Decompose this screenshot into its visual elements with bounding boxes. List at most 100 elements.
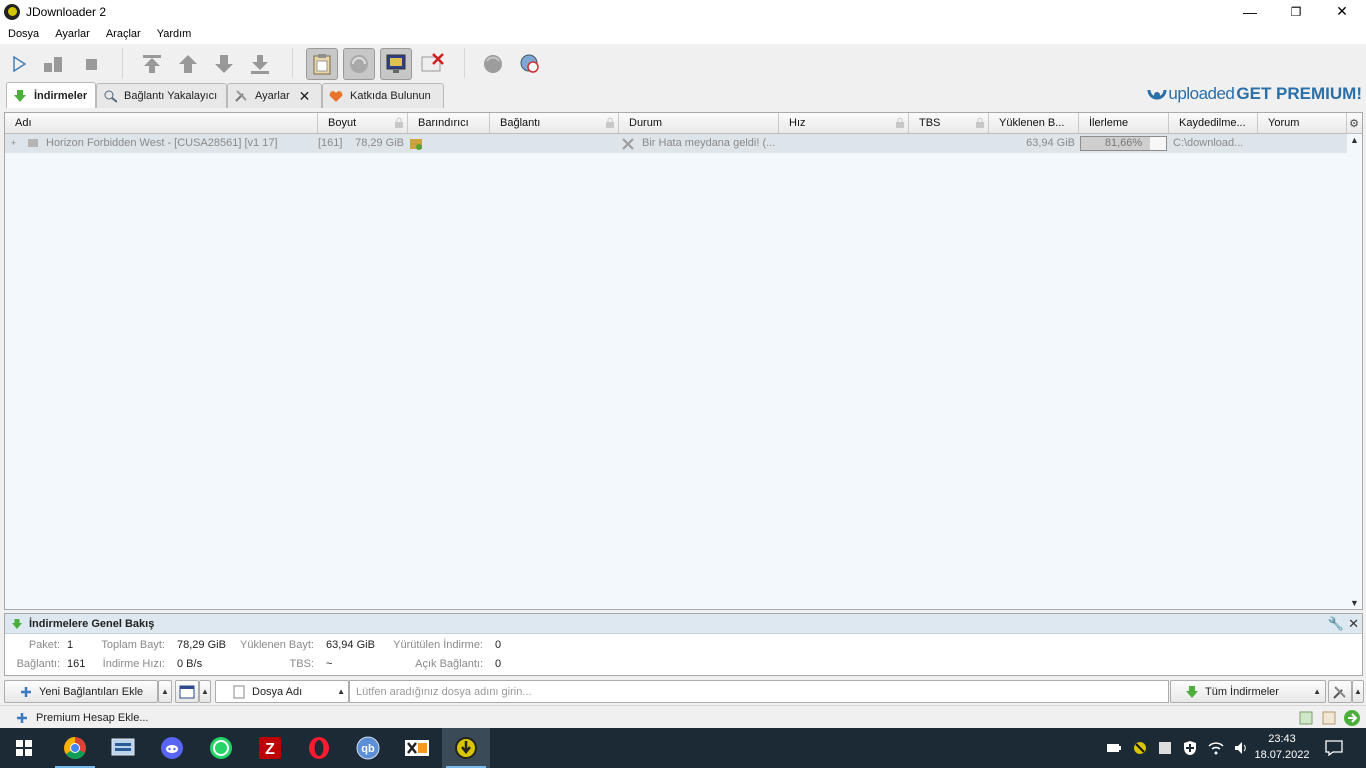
close-icon[interactable]: ✕: [299, 88, 311, 105]
reconnect-button[interactable]: [477, 48, 509, 80]
tab-link-grabber-label: Bağlantı Yakalayıcı: [124, 90, 218, 102]
move-top-button[interactable]: [136, 48, 168, 80]
close-button[interactable]: ✕: [1319, 0, 1365, 23]
all-downloads-button[interactable]: Tüm İndirmeler ▲: [1170, 680, 1326, 703]
add-premium-account-link[interactable]: Premium Hesap Ekle...: [16, 712, 148, 724]
expand-toggle[interactable]: +: [11, 134, 21, 153]
progress-text: 81,66%: [1104, 137, 1143, 149]
get-premium-link[interactable]: GET PREMIUM!: [1236, 84, 1362, 104]
network-tool-icon: [111, 738, 135, 756]
add-premium-account-label: Premium Hesap Ekle...: [36, 711, 149, 724]
quick-settings-arrow[interactable]: ▲: [1352, 680, 1364, 703]
refresh-globe-icon: [484, 55, 502, 73]
minimize-button[interactable]: —: [1227, 0, 1273, 23]
tab-link-grabber[interactable]: Bağlantı Yakalayıcı: [96, 83, 227, 108]
taskbar-jdownloader[interactable]: [442, 728, 490, 768]
menu-dosya[interactable]: Dosya: [0, 28, 47, 40]
search-input[interactable]: [349, 680, 1169, 703]
column-connection[interactable]: Bağlantı: [490, 113, 619, 133]
add-new-links-button[interactable]: Yeni Bağlantıları Ekle: [4, 680, 158, 703]
move-to-bottom-icon: [251, 55, 269, 74]
wifi-icon[interactable]: [1208, 741, 1224, 755]
taskbar-clock[interactable]: 23:43 18.07.2022: [1254, 731, 1310, 763]
heart-icon: [329, 89, 343, 103]
auto-reconnect-toggle[interactable]: [343, 48, 375, 80]
search-field-select[interactable]: Dosya Adı ▲: [215, 680, 349, 703]
column-speed[interactable]: Hız: [779, 113, 909, 133]
taskbar-qbittorrent[interactable]: qb: [344, 728, 392, 768]
security-shield-icon[interactable]: [1182, 740, 1198, 756]
premium-banner[interactable]: uploaded GET PREMIUM!: [1146, 84, 1362, 104]
clipboard-observer-toggle[interactable]: [306, 48, 338, 80]
scroll-up-icon[interactable]: ▲: [1350, 135, 1359, 145]
tab-contribute[interactable]: Katkıda Bulunun: [322, 83, 444, 108]
vertical-scrollbar[interactable]: ▲ ▼: [1347, 134, 1362, 609]
start-downloads-button[interactable]: [3, 48, 35, 80]
overview-header: İndirmelere Genel Bakış 🔧 ✕: [5, 614, 1362, 634]
stat-label-links: Bağlantı:: [16, 658, 60, 670]
table-row[interactable]: + Horizon Forbidden West - [CUSA28561] […: [5, 134, 1347, 153]
tab-bar: İndirmeler Bağlantı Yakalayıcı Ayarlar ✕…: [0, 82, 1366, 108]
maximize-button[interactable]: ❐: [1273, 0, 1319, 23]
taskbar-network-tool[interactable]: [99, 728, 147, 768]
taskbar-discord[interactable]: [148, 728, 196, 768]
wrench-icon[interactable]: 🔧: [1328, 616, 1344, 632]
volume-icon[interactable]: [1234, 741, 1250, 755]
column-comment[interactable]: Yorum: [1258, 113, 1347, 133]
tools-icon: [234, 89, 248, 103]
column-saved-to[interactable]: Kaydedilme...: [1169, 113, 1258, 133]
go-arrow-icon[interactable]: [1343, 709, 1361, 727]
column-host[interactable]: Barındırıcı: [408, 113, 490, 133]
pause-downloads-button[interactable]: [37, 48, 69, 80]
add-links-menu-arrow[interactable]: ▲: [158, 680, 172, 703]
tab-downloads[interactable]: İndirmeler: [6, 82, 96, 108]
taskbar-chrome[interactable]: [51, 728, 99, 768]
menu-yardim[interactable]: Yardım: [149, 28, 200, 40]
tab-settings[interactable]: Ayarlar ✕: [227, 83, 322, 108]
jdownloader-tray-icon[interactable]: [1132, 740, 1148, 756]
column-connection-label: Bağlantı: [500, 117, 541, 129]
column-name[interactable]: Adı: [5, 113, 318, 133]
menu-araclar[interactable]: Araçlar: [98, 28, 149, 40]
move-bottom-button[interactable]: [244, 48, 276, 80]
column-status[interactable]: Durum: [619, 113, 779, 133]
taskbar-whatsapp[interactable]: [197, 728, 245, 768]
arrow-up-small-icon: ▲: [161, 687, 169, 696]
taskbar-filezilla[interactable]: Z: [246, 728, 294, 768]
column-eta[interactable]: TBS: [909, 113, 989, 133]
clipboard-status-icon[interactable]: [1298, 710, 1314, 726]
uploaded-brand: uploaded: [1168, 84, 1235, 103]
qbittorrent-icon: qb: [356, 736, 380, 760]
tray-window-icon[interactable]: [1158, 741, 1172, 755]
view-options-button[interactable]: [175, 680, 199, 703]
quick-settings-button[interactable]: [1328, 680, 1352, 703]
start-button[interactable]: [0, 728, 48, 768]
taskbar-xdm[interactable]: [393, 728, 441, 768]
notification-center-button[interactable]: [1325, 728, 1343, 768]
column-settings-icon[interactable]: ⚙: [1346, 113, 1362, 133]
move-down-button[interactable]: [208, 48, 240, 80]
stat-label-running-downloads: Yürütülen İndirme:: [393, 639, 483, 651]
list-status-icon[interactable]: [1321, 710, 1337, 726]
taskbar-opera[interactable]: [295, 728, 343, 768]
scroll-down-icon[interactable]: ▼: [1350, 598, 1359, 608]
battery-icon[interactable]: [1106, 741, 1122, 755]
add-plus-icon: [19, 685, 33, 699]
all-downloads-label: Tüm İndirmeler: [1205, 685, 1279, 698]
calendar-list-icon: [179, 685, 195, 698]
clipboard-icon: [313, 54, 331, 75]
view-options-arrow[interactable]: ▲: [199, 680, 211, 703]
move-up-button[interactable]: [172, 48, 204, 80]
downloads-table: Adı Boyut Barındırıcı Bağlantı Durum Hız…: [4, 112, 1363, 610]
close-overview-icon[interactable]: ✕: [1348, 616, 1359, 632]
premium-toggle[interactable]: [416, 48, 448, 80]
column-loaded[interactable]: Yüklenen B...: [989, 113, 1079, 133]
column-size[interactable]: Boyut: [318, 113, 408, 133]
discord-icon: [161, 737, 183, 759]
update-button[interactable]: [513, 48, 545, 80]
status-text: Bir Hata meydana geldi! (...: [642, 137, 776, 149]
silent-mode-toggle[interactable]: [380, 48, 412, 80]
menu-ayarlar[interactable]: Ayarlar: [47, 28, 98, 40]
stop-downloads-button[interactable]: [75, 48, 107, 80]
column-progress[interactable]: İlerleme: [1079, 113, 1169, 133]
